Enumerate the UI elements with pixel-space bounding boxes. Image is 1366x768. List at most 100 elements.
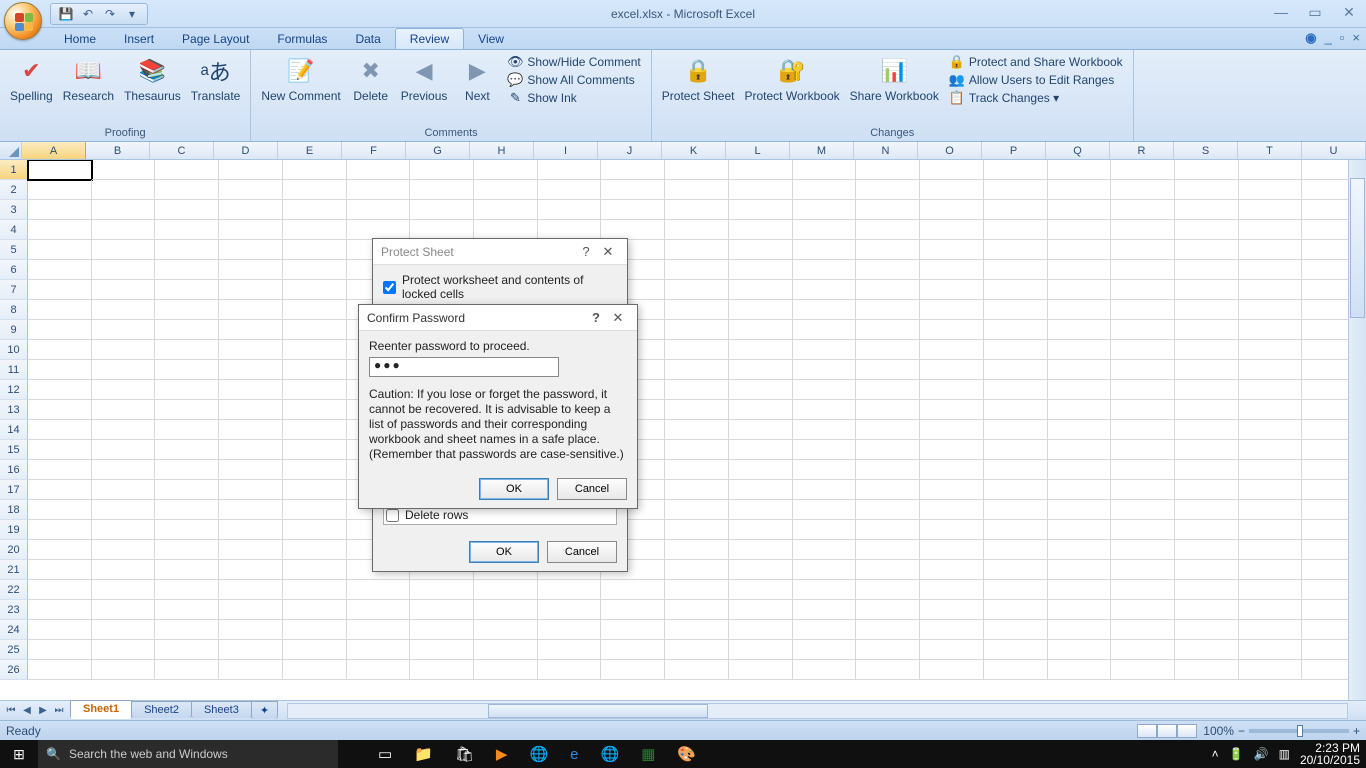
- cell[interactable]: [856, 200, 920, 220]
- paint-icon[interactable]: 🎨: [677, 745, 696, 763]
- cell[interactable]: [283, 260, 347, 280]
- cell[interactable]: [347, 180, 411, 200]
- cell[interactable]: [729, 260, 793, 280]
- col-header-E[interactable]: E: [278, 142, 342, 159]
- cell[interactable]: [1175, 300, 1239, 320]
- row-header-9[interactable]: 9: [0, 320, 28, 340]
- ribbon-minimize-icon[interactable]: _: [1325, 30, 1332, 46]
- cell[interactable]: [793, 460, 857, 480]
- cell[interactable]: [1111, 580, 1175, 600]
- cell[interactable]: [1175, 620, 1239, 640]
- cell[interactable]: [984, 160, 1048, 180]
- cell[interactable]: [1175, 360, 1239, 380]
- tab-home[interactable]: Home: [50, 29, 110, 49]
- row-header-20[interactable]: 20: [0, 540, 28, 560]
- cell[interactable]: [665, 340, 729, 360]
- cell[interactable]: [92, 560, 156, 580]
- sheet-tab-1[interactable]: Sheet1: [70, 700, 132, 719]
- cell[interactable]: [1111, 660, 1175, 680]
- cell[interactable]: [283, 180, 347, 200]
- cell[interactable]: [1239, 220, 1303, 240]
- tab-insert[interactable]: Insert: [110, 29, 168, 49]
- cell[interactable]: [1111, 600, 1175, 620]
- cell[interactable]: [410, 620, 474, 640]
- file-explorer-icon[interactable]: 📁: [414, 745, 433, 763]
- cell[interactable]: [665, 400, 729, 420]
- cell[interactable]: [28, 660, 92, 680]
- cell[interactable]: [1111, 220, 1175, 240]
- cell[interactable]: [1111, 360, 1175, 380]
- cell[interactable]: [1048, 340, 1112, 360]
- cell[interactable]: [1048, 420, 1112, 440]
- cell[interactable]: [28, 520, 92, 540]
- cell[interactable]: [665, 560, 729, 580]
- tab-data[interactable]: Data: [341, 29, 394, 49]
- cell[interactable]: [1239, 200, 1303, 220]
- cell[interactable]: [601, 600, 665, 620]
- cell[interactable]: [793, 400, 857, 420]
- cell[interactable]: [920, 540, 984, 560]
- qat-dropdown-icon[interactable]: ▾: [123, 5, 141, 23]
- cell[interactable]: [219, 300, 283, 320]
- excel-icon[interactable]: ▦: [641, 745, 655, 763]
- cell[interactable]: [1111, 480, 1175, 500]
- cell[interactable]: [1239, 620, 1303, 640]
- cell[interactable]: [1111, 460, 1175, 480]
- cell[interactable]: [601, 620, 665, 640]
- start-button[interactable]: ⊞: [0, 746, 38, 763]
- cell[interactable]: [28, 560, 92, 580]
- cell[interactable]: [92, 600, 156, 620]
- row-header-1[interactable]: 1: [0, 160, 28, 180]
- cell[interactable]: [219, 160, 283, 180]
- cell[interactable]: [920, 660, 984, 680]
- col-header-K[interactable]: K: [662, 142, 726, 159]
- cell[interactable]: [283, 640, 347, 660]
- save-icon[interactable]: 💾: [57, 5, 75, 23]
- cell[interactable]: [28, 500, 92, 520]
- cell[interactable]: [1175, 560, 1239, 580]
- cell[interactable]: [92, 500, 156, 520]
- cell[interactable]: [729, 240, 793, 260]
- cell[interactable]: [538, 640, 602, 660]
- battery-icon[interactable]: 🔋: [1229, 747, 1244, 761]
- cell[interactable]: [856, 660, 920, 680]
- cell[interactable]: [856, 320, 920, 340]
- cell[interactable]: [793, 540, 857, 560]
- show-all-comments-button[interactable]: 💬Show All Comments: [507, 72, 640, 88]
- cell[interactable]: [283, 560, 347, 580]
- cell[interactable]: [1239, 440, 1303, 460]
- cell[interactable]: [665, 600, 729, 620]
- cell[interactable]: [1048, 360, 1112, 380]
- cell[interactable]: [283, 600, 347, 620]
- cell[interactable]: [793, 340, 857, 360]
- cell[interactable]: [1175, 500, 1239, 520]
- cell[interactable]: [920, 200, 984, 220]
- cell[interactable]: [155, 260, 219, 280]
- cell[interactable]: [856, 440, 920, 460]
- cell[interactable]: [1175, 420, 1239, 440]
- cell[interactable]: [92, 180, 156, 200]
- cell[interactable]: [920, 480, 984, 500]
- cell[interactable]: [793, 620, 857, 640]
- cell[interactable]: [1048, 460, 1112, 480]
- cell[interactable]: [984, 300, 1048, 320]
- cell[interactable]: [474, 580, 538, 600]
- cell[interactable]: [1175, 600, 1239, 620]
- cell[interactable]: [92, 540, 156, 560]
- cell[interactable]: [155, 420, 219, 440]
- cell[interactable]: [474, 220, 538, 240]
- cell[interactable]: [601, 640, 665, 660]
- cell[interactable]: [665, 200, 729, 220]
- cell[interactable]: [601, 580, 665, 600]
- cell[interactable]: [283, 240, 347, 260]
- cell[interactable]: [984, 540, 1048, 560]
- cell[interactable]: [1111, 640, 1175, 660]
- cell[interactable]: [219, 440, 283, 460]
- cell[interactable]: [601, 160, 665, 180]
- cell[interactable]: [1239, 340, 1303, 360]
- zoom-slider[interactable]: [1249, 729, 1349, 733]
- cell[interactable]: [856, 580, 920, 600]
- cell[interactable]: [1048, 580, 1112, 600]
- cell[interactable]: [729, 280, 793, 300]
- cells-area[interactable]: [28, 160, 1366, 700]
